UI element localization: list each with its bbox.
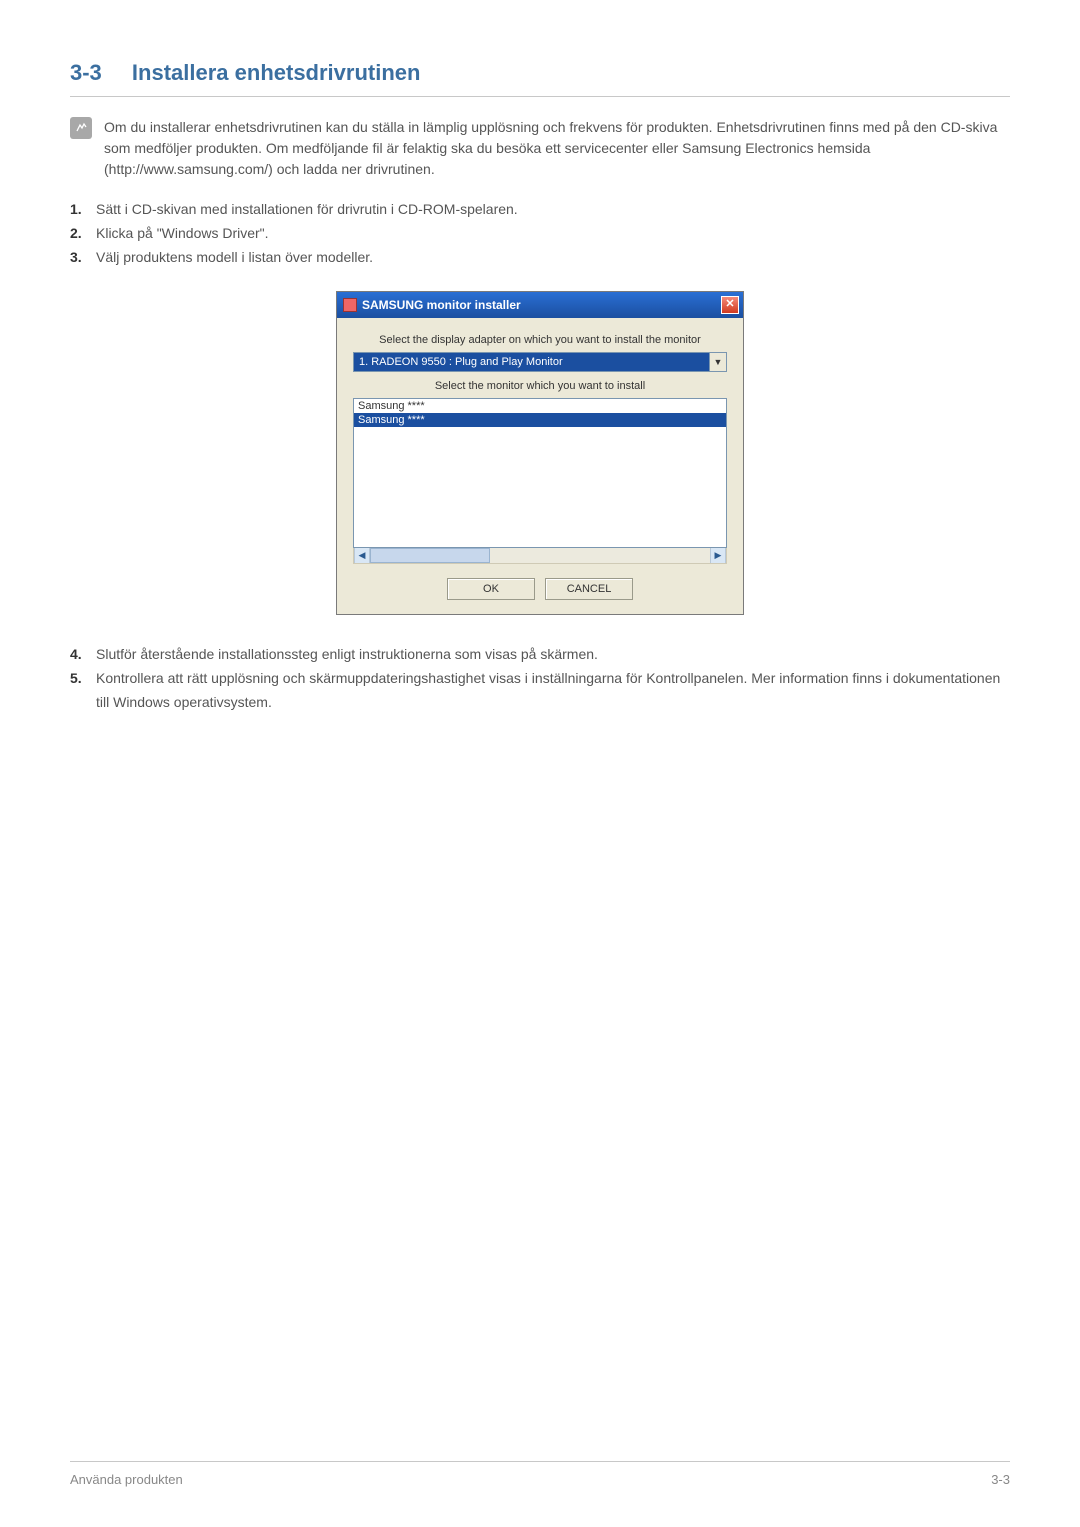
list-item[interactable]: Samsung **** xyxy=(354,413,726,427)
list-item: Klicka på "Windows Driver". xyxy=(70,222,1010,246)
steps-list-b: Slutför återstående installationssteg en… xyxy=(70,643,1010,714)
list-item: Slutför återstående installationssteg en… xyxy=(70,643,1010,667)
footer-left: Använda produkten xyxy=(70,1472,183,1487)
installer-dialog: SAMSUNG monitor installer ✕ Select the d… xyxy=(336,291,744,615)
section-title: Installera enhetsdrivrutinen xyxy=(132,60,421,85)
adapter-combobox[interactable]: 1. RADEON 9550 : Plug and Play Monitor ▼ xyxy=(353,352,727,372)
app-icon xyxy=(343,298,357,312)
scroll-track[interactable] xyxy=(370,548,710,563)
section-number: 3-3 xyxy=(70,60,102,85)
cancel-button[interactable]: CANCEL xyxy=(545,578,633,600)
list-item: Sätt i CD-skivan med installationen för … xyxy=(70,198,1010,222)
scroll-left-icon[interactable]: ◀ xyxy=(354,548,370,563)
monitor-label: Select the monitor which you want to ins… xyxy=(353,380,727,392)
list-item: Välj produktens modell i listan över mod… xyxy=(70,246,1010,270)
note-block: Om du installerar enhetsdrivrutinen kan … xyxy=(70,117,1010,180)
scroll-thumb[interactable] xyxy=(370,548,490,563)
note-text: Om du installerar enhetsdrivrutinen kan … xyxy=(104,117,1010,180)
scroll-right-icon[interactable]: ▶ xyxy=(710,548,726,563)
adapter-label: Select the display adapter on which you … xyxy=(353,334,727,346)
dialog-title: SAMSUNG monitor installer xyxy=(362,298,521,312)
list-item[interactable]: Samsung **** xyxy=(354,399,726,413)
adapter-selected: 1. RADEON 9550 : Plug and Play Monitor xyxy=(353,352,709,372)
page-footer: Använda produkten 3-3 xyxy=(70,1461,1010,1487)
ok-button[interactable]: OK xyxy=(447,578,535,600)
close-icon[interactable]: ✕ xyxy=(721,296,739,314)
chevron-down-icon[interactable]: ▼ xyxy=(709,352,727,372)
dialog-titlebar: SAMSUNG monitor installer ✕ xyxy=(337,292,743,318)
footer-right: 3-3 xyxy=(991,1472,1010,1487)
horizontal-scrollbar[interactable]: ◀ ▶ xyxy=(353,548,727,564)
section-heading: 3-3 Installera enhetsdrivrutinen xyxy=(70,60,1010,97)
monitor-listbox[interactable]: Samsung **** Samsung **** xyxy=(353,398,727,548)
list-item: Kontrollera att rätt upplösning och skär… xyxy=(70,667,1010,715)
steps-list-a: Sätt i CD-skivan med installationen för … xyxy=(70,198,1010,269)
note-icon xyxy=(70,117,92,139)
